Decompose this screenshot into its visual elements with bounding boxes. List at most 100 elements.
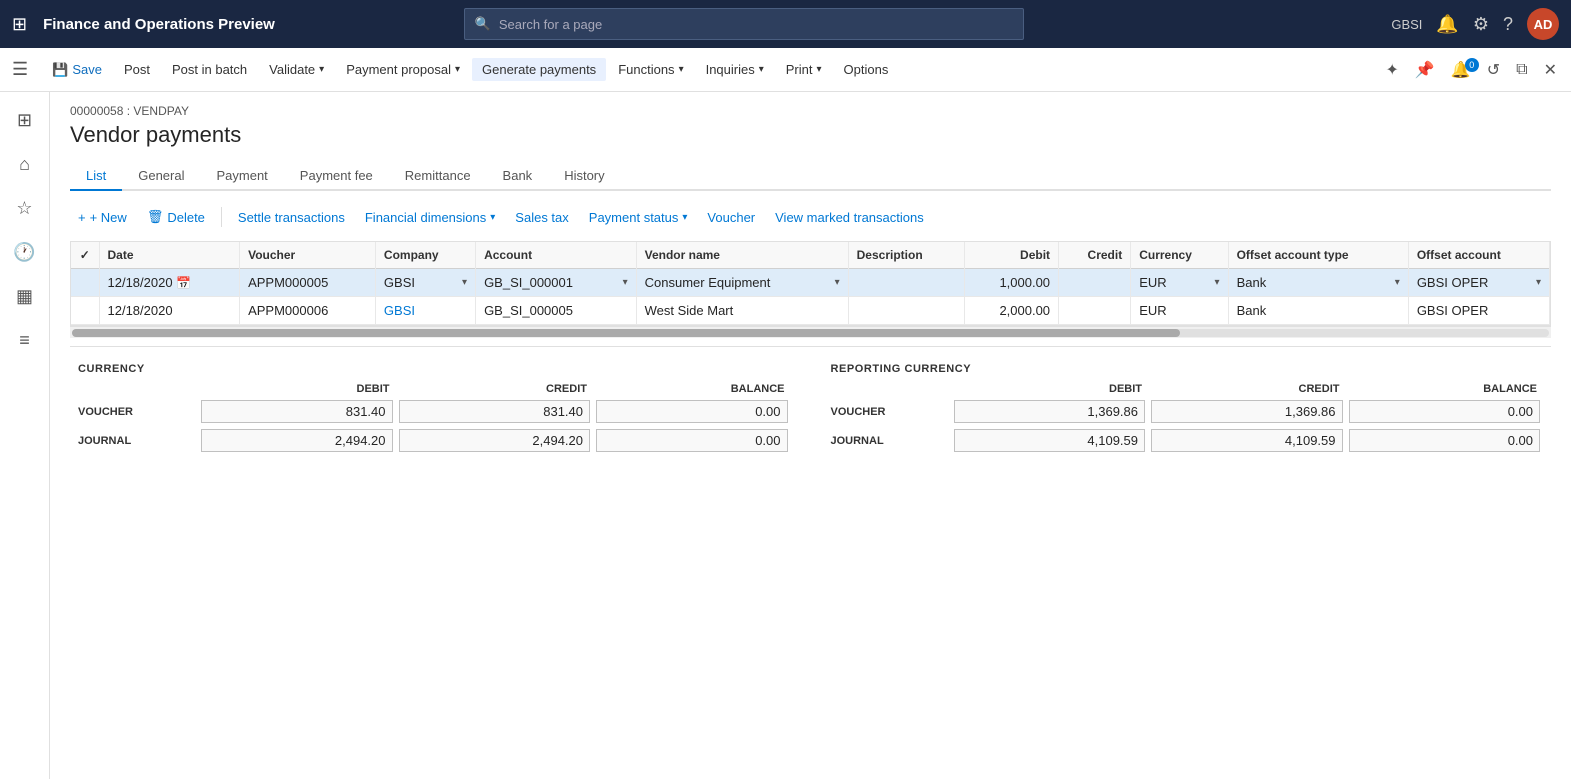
voucher-button[interactable]: Voucher bbox=[699, 206, 763, 229]
row-account[interactable]: GB_SI_000005 bbox=[476, 297, 637, 325]
open-new-icon[interactable]: ⧉ bbox=[1510, 57, 1533, 83]
functions-button[interactable]: Functions ▾ bbox=[608, 58, 693, 81]
notification-icon[interactable]: 🔔 bbox=[1436, 14, 1458, 35]
save-icon: 💾 bbox=[52, 62, 68, 78]
tab-history[interactable]: History bbox=[548, 162, 620, 191]
save-button[interactable]: 💾 Save bbox=[42, 58, 112, 82]
summary-credit-value: 1,369.86 bbox=[1151, 400, 1343, 423]
tab-list[interactable]: List bbox=[70, 162, 122, 191]
col-currency[interactable]: Currency bbox=[1131, 242, 1228, 269]
row-currency[interactable]: EUR bbox=[1131, 297, 1228, 325]
row-account[interactable]: GB_SI_000001▾ bbox=[476, 269, 637, 297]
nav-modules-icon[interactable]: ≡ bbox=[5, 320, 45, 360]
inquiries-button[interactable]: Inquiries ▾ bbox=[696, 58, 774, 81]
search-icon: 🔍 bbox=[475, 16, 491, 32]
scrollbar-thumb[interactable] bbox=[72, 329, 1180, 337]
delete-button[interactable]: 🗑 Delete bbox=[139, 205, 213, 229]
row-vendor-name: West Side Mart bbox=[636, 297, 848, 325]
summary-credit-value: 4,109.59 bbox=[1151, 429, 1343, 452]
summary-grid-reporting_currency: DEBITCREDITBALANCEVOUCHER1,369.861,369.8… bbox=[831, 383, 1544, 453]
horizontal-scrollbar[interactable] bbox=[70, 326, 1551, 338]
row-offset-type[interactable]: Bank▾ bbox=[1228, 269, 1408, 297]
summary-section: CURRENCYDEBITCREDITBALANCEVOUCHER831.408… bbox=[70, 346, 1551, 461]
org-label: GBSI bbox=[1391, 17, 1422, 32]
generate-payments-button[interactable]: Generate payments bbox=[472, 58, 606, 81]
payment-proposal-button[interactable]: Payment proposal ▾ bbox=[336, 58, 470, 81]
inquiries-chevron: ▾ bbox=[759, 64, 764, 75]
sales-tax-button[interactable]: Sales tax bbox=[507, 206, 576, 229]
settings-icon[interactable]: ⚙ bbox=[1473, 14, 1489, 35]
col-voucher[interactable]: Voucher bbox=[240, 242, 376, 269]
nav-filter-icon[interactable]: ⊞ bbox=[5, 100, 45, 140]
tab-payment-fee[interactable]: Payment fee bbox=[284, 162, 389, 191]
summary-header-1: DEBIT bbox=[198, 383, 396, 395]
col-debit[interactable]: Debit bbox=[964, 242, 1058, 269]
summary-debit-value: 4,109.59 bbox=[954, 429, 1146, 452]
pin-icon[interactable]: 📌 bbox=[1409, 56, 1441, 84]
settle-transactions-button[interactable]: Settle transactions bbox=[230, 206, 353, 229]
row-debit: 2,000.00 bbox=[964, 297, 1058, 325]
col-vendor-name[interactable]: Vendor name bbox=[636, 242, 848, 269]
validate-button[interactable]: Validate ▾ bbox=[259, 58, 334, 81]
nav-favorites-icon[interactable]: ☆ bbox=[5, 188, 45, 228]
col-offset-account-type[interactable]: Offset account type bbox=[1228, 242, 1408, 269]
row-credit bbox=[1059, 297, 1131, 325]
menu-toggle[interactable]: ☰ bbox=[8, 55, 32, 84]
table-row[interactable]: 12/18/2020APPM000006GBSIGB_SI_000005West… bbox=[71, 297, 1550, 325]
post-in-batch-button[interactable]: Post in batch bbox=[162, 58, 257, 81]
summary-header-3: BALANCE bbox=[1346, 383, 1544, 395]
apps-icon[interactable]: ⊞ bbox=[12, 14, 27, 35]
options-button[interactable]: Options bbox=[834, 58, 899, 81]
tab-remittance[interactable]: Remittance bbox=[389, 162, 487, 191]
new-button[interactable]: + + New bbox=[70, 206, 135, 229]
nav-recent-icon[interactable]: 🕐 bbox=[5, 232, 45, 272]
close-icon[interactable]: ✕ bbox=[1538, 56, 1563, 84]
row-company[interactable]: GBSI▾ bbox=[375, 269, 475, 297]
table-header-row: ✓ Date Voucher Company Account Vendor na… bbox=[71, 242, 1550, 269]
col-offset-account[interactable]: Offset account bbox=[1408, 242, 1549, 269]
favorites-icon[interactable]: ✦ bbox=[1380, 56, 1405, 84]
payment-status-button[interactable]: Payment status ▾ bbox=[581, 206, 696, 229]
tab-general[interactable]: General bbox=[122, 162, 200, 191]
refresh-icon[interactable]: ↺ bbox=[1481, 56, 1506, 84]
row-check[interactable] bbox=[71, 269, 99, 297]
col-description[interactable]: Description bbox=[848, 242, 964, 269]
summary-header-2: CREDIT bbox=[396, 383, 594, 395]
alert-count: 0 bbox=[1465, 58, 1479, 72]
row-check[interactable] bbox=[71, 297, 99, 325]
payment-status-chevron: ▾ bbox=[682, 212, 687, 223]
summary-currency: CURRENCYDEBITCREDITBALANCEVOUCHER831.408… bbox=[78, 363, 791, 453]
summary-row-label: VOUCHER bbox=[78, 404, 198, 420]
tabs: ListGeneralPaymentPayment feeRemittanceB… bbox=[70, 162, 1551, 191]
table-row[interactable]: 12/18/2020 📅APPM000005GBSI▾GB_SI_000001▾… bbox=[71, 269, 1550, 297]
row-offset-account[interactable]: GBSI OPER bbox=[1408, 297, 1549, 325]
search-box[interactable]: 🔍 bbox=[464, 8, 1024, 40]
new-icon: + bbox=[78, 210, 86, 225]
nav-workspaces-icon[interactable]: ▦ bbox=[5, 276, 45, 316]
col-company[interactable]: Company bbox=[375, 242, 475, 269]
print-button[interactable]: Print ▾ bbox=[776, 58, 832, 81]
row-offset-account[interactable]: GBSI OPER▾ bbox=[1408, 269, 1549, 297]
view-marked-transactions-button[interactable]: View marked transactions bbox=[767, 206, 932, 229]
row-currency[interactable]: EUR▾ bbox=[1131, 269, 1228, 297]
tab-payment[interactable]: Payment bbox=[200, 162, 283, 191]
col-account[interactable]: Account bbox=[476, 242, 637, 269]
post-button[interactable]: Post bbox=[114, 58, 160, 81]
help-icon[interactable]: ? bbox=[1503, 14, 1513, 35]
data-table-wrapper: ✓ Date Voucher Company Account Vendor na… bbox=[70, 241, 1551, 326]
financial-dimensions-button[interactable]: Financial dimensions ▾ bbox=[357, 206, 503, 229]
col-date[interactable]: Date bbox=[99, 242, 240, 269]
col-credit[interactable]: Credit bbox=[1059, 242, 1131, 269]
summary-balance-value: 0.00 bbox=[596, 400, 788, 423]
calendar-icon[interactable]: 📅 bbox=[176, 276, 191, 290]
search-input[interactable] bbox=[499, 17, 1013, 32]
row-company[interactable]: GBSI bbox=[375, 297, 475, 325]
nav-home-icon[interactable]: ⌂ bbox=[5, 144, 45, 184]
avatar[interactable]: AD bbox=[1527, 8, 1559, 40]
row-offset-type[interactable]: Bank bbox=[1228, 297, 1408, 325]
left-nav: ⊞ ⌂ ☆ 🕐 ▦ ≡ bbox=[0, 92, 50, 779]
row-voucher: APPM000006 bbox=[240, 297, 376, 325]
functions-chevron: ▾ bbox=[679, 64, 684, 75]
col-check[interactable]: ✓ bbox=[71, 242, 99, 269]
tab-bank[interactable]: Bank bbox=[487, 162, 549, 191]
